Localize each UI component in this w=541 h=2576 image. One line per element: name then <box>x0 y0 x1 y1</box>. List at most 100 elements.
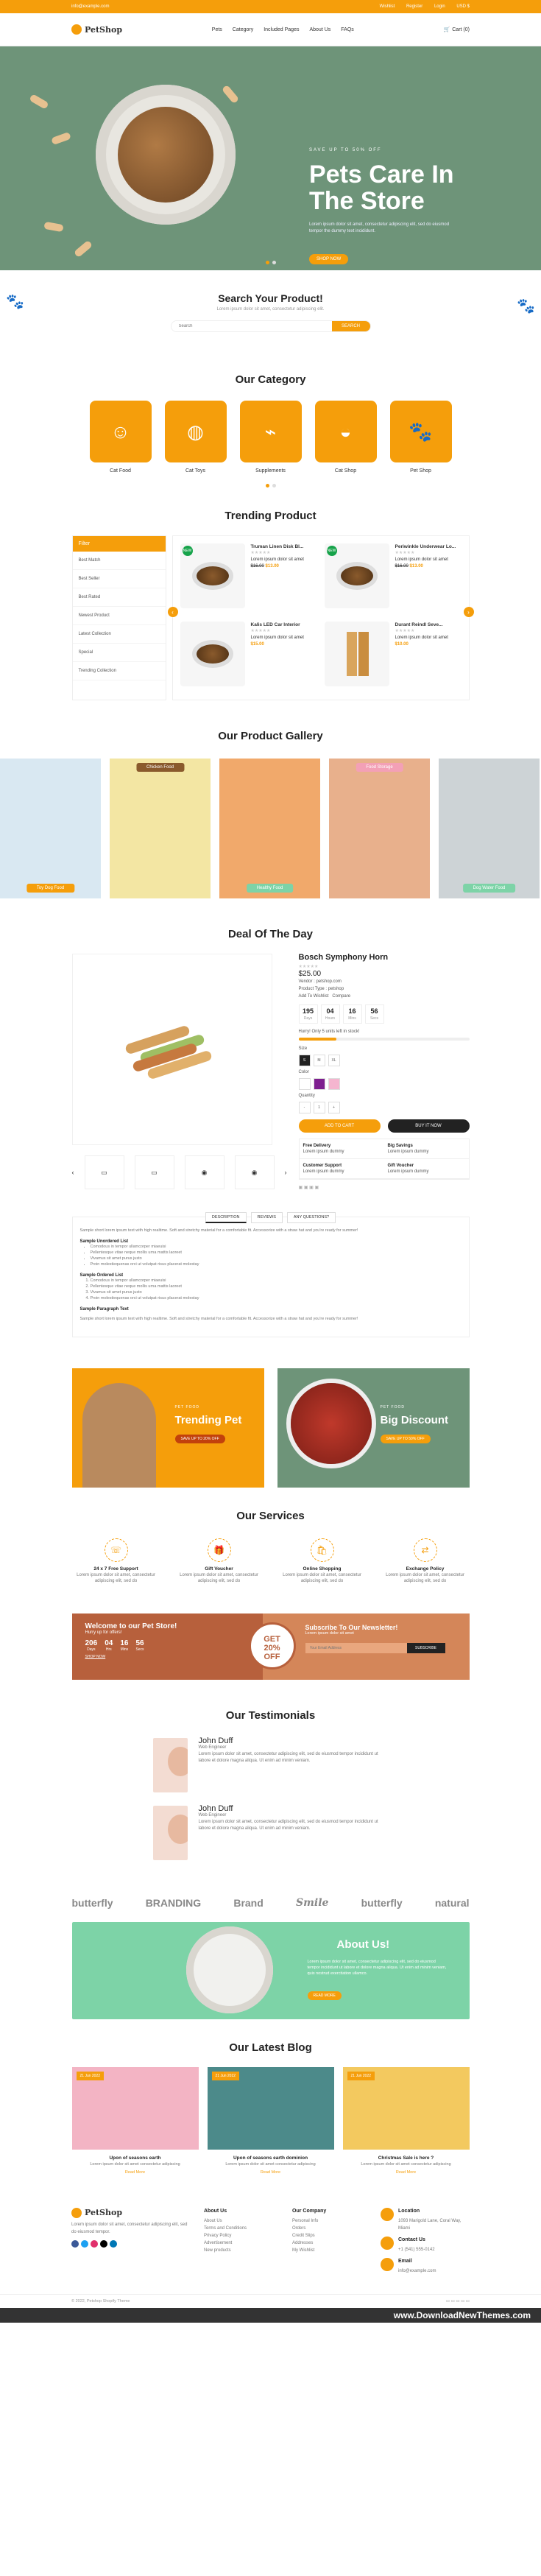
email-link[interactable]: info@example.com <box>71 4 109 9</box>
gallery-label[interactable]: Healthy Food <box>246 884 294 893</box>
product-card[interactable]: NEW Periwinkle Underwear Lo... ★★★★★ Lorem … <box>324 543 462 614</box>
footer-logo[interactable]: PetShop <box>71 2208 189 2218</box>
twitter-icon[interactable] <box>81 2240 88 2248</box>
linkedin-icon[interactable] <box>110 2240 117 2248</box>
category-item[interactable]: 🐾 Pet Shop <box>389 401 452 474</box>
promo-banner[interactable]: PET FOOD Big Discount SAVE UP TO 50% OFF <box>277 1368 470 1488</box>
filter-item[interactable]: Best Rated <box>72 588 166 607</box>
blog-post[interactable]: 21 Jun 2022 Christmas Sale is here ? Lorem… <box>342 2067 470 2175</box>
wishlist-link[interactable]: Add To Wishlist <box>299 994 329 999</box>
quantity-stepper[interactable]: -1 + <box>298 1102 470 1113</box>
brand-logo[interactable]: natural <box>435 1897 470 1909</box>
size-option[interactable]: M <box>313 1055 325 1066</box>
tab-questions[interactable]: ANY QUESTIONS? <box>286 1212 336 1223</box>
brand-logo[interactable]: butterfly <box>72 1897 113 1909</box>
footer-link[interactable]: Orders <box>292 2225 366 2232</box>
gallery-item[interactable]: Healthy Food <box>219 759 320 898</box>
compare-link[interactable]: Compare <box>332 994 350 999</box>
color-swatch[interactable] <box>298 1078 311 1090</box>
register-link[interactable]: Register <box>406 4 422 9</box>
brand-logo[interactable]: Brand <box>233 1897 263 1909</box>
menu-item-faqs[interactable]: FAQs <box>341 27 354 32</box>
product-name[interactable]: Durant Reindl Seve... <box>395 622 448 628</box>
category-item[interactable]: ◒ Cat Shop <box>314 401 377 474</box>
footer-link[interactable]: Addresses <box>292 2239 366 2247</box>
tab-reviews[interactable]: REVIEWS <box>250 1212 283 1223</box>
tab-description[interactable]: DESCRIPTION <box>205 1212 247 1223</box>
search-input[interactable] <box>171 321 332 331</box>
read-more-link[interactable]: Read More <box>72 2169 199 2175</box>
cart-button[interactable]: 🛒 Cart (0) <box>444 27 470 33</box>
menu-item-category[interactable]: Category <box>233 27 253 32</box>
color-swatch[interactable] <box>328 1078 340 1090</box>
add-to-cart-button[interactable]: ADD TO CART <box>298 1119 381 1133</box>
hero-dots[interactable] <box>0 261 541 264</box>
filter-item[interactable]: Best Seller <box>72 570 166 588</box>
wishlist-link[interactable]: Wishlist <box>380 4 395 9</box>
footer-link[interactable]: New products <box>204 2247 277 2254</box>
footer-link[interactable]: Privacy Policy <box>204 2232 277 2239</box>
menu-item-about[interactable]: About Us <box>309 27 330 32</box>
about-read-more-button[interactable]: READ MORE <box>307 1991 342 2000</box>
footer-link[interactable]: Terms and Conditions <box>204 2225 277 2232</box>
size-option[interactable]: S <box>298 1055 311 1066</box>
blog-post[interactable]: 21 Jun 2022 Upon of seasons earth Lorem ip… <box>71 2067 199 2175</box>
thumbnail[interactable]: ▭ <box>134 1155 174 1189</box>
buy-now-button[interactable]: BUY IT NOW <box>387 1119 470 1133</box>
color-swatch[interactable] <box>313 1078 325 1090</box>
footer-link[interactable]: Credit Slips <box>292 2232 366 2239</box>
product-card[interactable]: Durant Reindl Seve... ★★★★★ Lorem ipsum do… <box>324 622 462 692</box>
promo-banner[interactable]: PET FOOD Trending Pet SAVE UP TO 20% OFF <box>71 1368 264 1488</box>
promo-button[interactable]: SAVE UP TO 50% OFF <box>380 1435 431 1443</box>
tiktok-icon[interactable] <box>100 2240 107 2248</box>
thumbnail[interactable]: ◉ <box>234 1155 275 1189</box>
promo-button[interactable]: SAVE UP TO 20% OFF <box>174 1435 225 1443</box>
category-dots[interactable] <box>0 484 541 488</box>
gallery-item[interactable]: Chicken Food <box>110 759 211 898</box>
filter-item[interactable]: Latest Collection <box>72 625 166 644</box>
footer-link[interactable]: Advertisement <box>204 2239 277 2247</box>
instagram-icon[interactable] <box>91 2240 98 2248</box>
gallery-label[interactable]: Toy Dog Food <box>26 884 75 893</box>
welcome-shop-link[interactable]: SHOP NOW <box>85 1655 106 1659</box>
filter-item[interactable]: Trending Collection <box>72 662 166 680</box>
subscribe-button[interactable]: SUBSCRIBE <box>406 1643 445 1653</box>
product-name[interactable]: Periwinkle Underwear Lo... <box>395 543 456 550</box>
product-card[interactable]: NEW Truman Linen Disk Bl... ★★★★★ Lorem ips… <box>180 543 317 614</box>
currency-select[interactable]: USD $ <box>456 4 470 9</box>
next-thumb-icon[interactable]: › <box>285 1169 287 1176</box>
brand-logo[interactable]: BRANDING <box>146 1897 201 1909</box>
facebook-icon[interactable] <box>71 2240 79 2248</box>
gallery-label[interactable]: Food Storage <box>356 763 403 772</box>
thumbnail[interactable]: ◉ <box>184 1155 224 1189</box>
product-card[interactable]: Kalis LED Car Interior ★★★★★ Lorem ipsum d… <box>180 622 317 692</box>
read-more-link[interactable]: Read More <box>343 2169 470 2175</box>
prev-thumb-icon[interactable]: ‹ <box>72 1169 74 1176</box>
size-option[interactable]: XL <box>328 1055 340 1066</box>
category-item[interactable]: ⌁ Supplements <box>239 401 302 474</box>
thumbnail[interactable]: ▭ <box>84 1155 124 1189</box>
footer-link[interactable]: My Wishlist <box>292 2247 366 2254</box>
logo[interactable]: PetShop <box>71 24 122 35</box>
gallery-label[interactable]: Dog Water Food <box>462 884 516 893</box>
login-link[interactable]: Login <box>434 4 445 9</box>
brand-logo[interactable]: butterfly <box>361 1897 403 1909</box>
gallery-item[interactable]: Toy Dog Food <box>0 759 101 898</box>
blog-post[interactable]: 21 Jun 2022 Upon of seasons earth dominio… <box>207 2067 334 2175</box>
menu-item-pets[interactable]: Pets <box>212 27 222 32</box>
gallery-item[interactable]: Food Storage <box>329 759 430 898</box>
footer-link[interactable]: About Us <box>204 2217 277 2225</box>
product-name[interactable]: Kalis LED Car Interior <box>251 622 304 628</box>
gallery-item[interactable]: Dog Water Food <box>439 759 540 898</box>
newsletter-email-input[interactable] <box>305 1643 407 1653</box>
menu-item-included-pages[interactable]: Included Pages <box>264 27 299 32</box>
next-arrow-icon[interactable]: › <box>463 607 474 617</box>
filter-item[interactable]: Special <box>72 644 166 662</box>
brand-logo[interactable]: Smile <box>296 1897 328 1909</box>
gallery-label[interactable]: Chicken Food <box>135 763 185 772</box>
footer-link[interactable]: Personal Info <box>292 2217 366 2225</box>
prev-arrow-icon[interactable]: ‹ <box>167 607 178 617</box>
category-item[interactable]: ☺ Cat Food <box>89 401 152 474</box>
read-more-link[interactable]: Read More <box>208 2169 334 2175</box>
search-button[interactable]: SEARCH <box>331 321 370 331</box>
